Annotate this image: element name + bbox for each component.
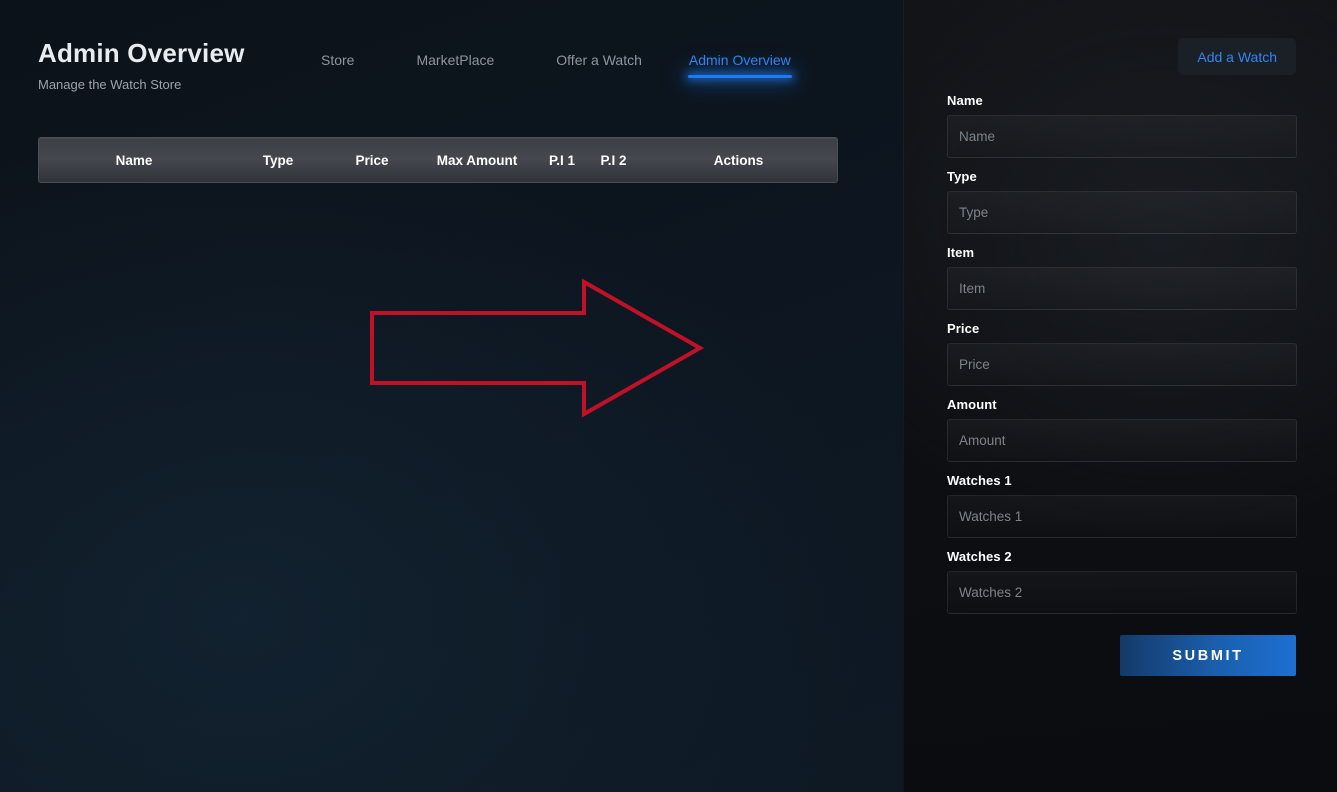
add-watch-panel: Add a Watch Name Type Item Price Amount [903, 0, 1337, 792]
table-column-name[interactable]: Name [39, 153, 229, 168]
annotation-arrow-right-icon [370, 278, 705, 418]
top-bar: Admin Overview Manage the Watch Store St… [0, 0, 903, 112]
table-column-pi2[interactable]: P.I 2 [587, 153, 640, 168]
table-column-type[interactable]: Type [229, 153, 327, 168]
add-watch-row: Add a Watch [947, 0, 1296, 75]
page-subtitle: Manage the Watch Store [38, 77, 182, 92]
page-title: Admin Overview [38, 38, 245, 68]
watches-2-input[interactable] [947, 571, 1297, 614]
field-label-type: Type [947, 169, 977, 184]
field-label-name: Name [947, 93, 983, 108]
field-amount: Amount [947, 397, 1297, 462]
field-label-watches-1: Watches 1 [947, 473, 1012, 488]
field-label-item: Item [947, 245, 975, 260]
name-input[interactable] [947, 115, 1297, 158]
main-navigation: Store MarketPlace Offer a Watch Admin Ov… [300, 52, 792, 78]
submit-button[interactable]: SUBMIT [1120, 635, 1296, 676]
nav-item-offer-a-watch[interactable]: Offer a Watch [556, 52, 642, 78]
field-label-amount: Amount [947, 397, 997, 412]
add-watch-form: Name Type Item Price Amount Watches 1 [947, 93, 1297, 676]
field-label-watches-2: Watches 2 [947, 549, 1012, 564]
table-column-max-amount[interactable]: Max Amount [417, 153, 537, 168]
watches-1-input[interactable] [947, 495, 1297, 538]
price-input[interactable] [947, 343, 1297, 386]
watches-table: Name Type Price Max Amount P.I 1 P.I 2 A… [38, 137, 838, 183]
admin-overview-page: Admin Overview Manage the Watch Store St… [0, 0, 1337, 792]
amount-input[interactable] [947, 419, 1297, 462]
field-item: Item [947, 245, 1297, 310]
field-type: Type [947, 169, 1297, 234]
field-watches-1: Watches 1 [947, 473, 1297, 538]
field-price: Price [947, 321, 1297, 386]
add-a-watch-button[interactable]: Add a Watch [1178, 38, 1296, 75]
nav-item-admin-overview[interactable]: Admin Overview [687, 52, 792, 78]
table-header-row: Name Type Price Max Amount P.I 1 P.I 2 A… [38, 137, 838, 183]
submit-row: SUBMIT [947, 635, 1296, 676]
nav-item-store[interactable]: Store [321, 52, 354, 78]
field-watches-2: Watches 2 [947, 549, 1297, 614]
field-label-price: Price [947, 321, 980, 336]
table-column-price[interactable]: Price [327, 153, 417, 168]
item-input[interactable] [947, 267, 1297, 310]
type-input[interactable] [947, 191, 1297, 234]
table-column-actions: Actions [713, 152, 764, 168]
main-content-area: Admin Overview Manage the Watch Store St… [0, 0, 903, 792]
field-name: Name [947, 93, 1297, 158]
table-column-pi1[interactable]: P.I 1 [537, 153, 587, 168]
nav-item-marketplace[interactable]: MarketPlace [416, 52, 494, 78]
